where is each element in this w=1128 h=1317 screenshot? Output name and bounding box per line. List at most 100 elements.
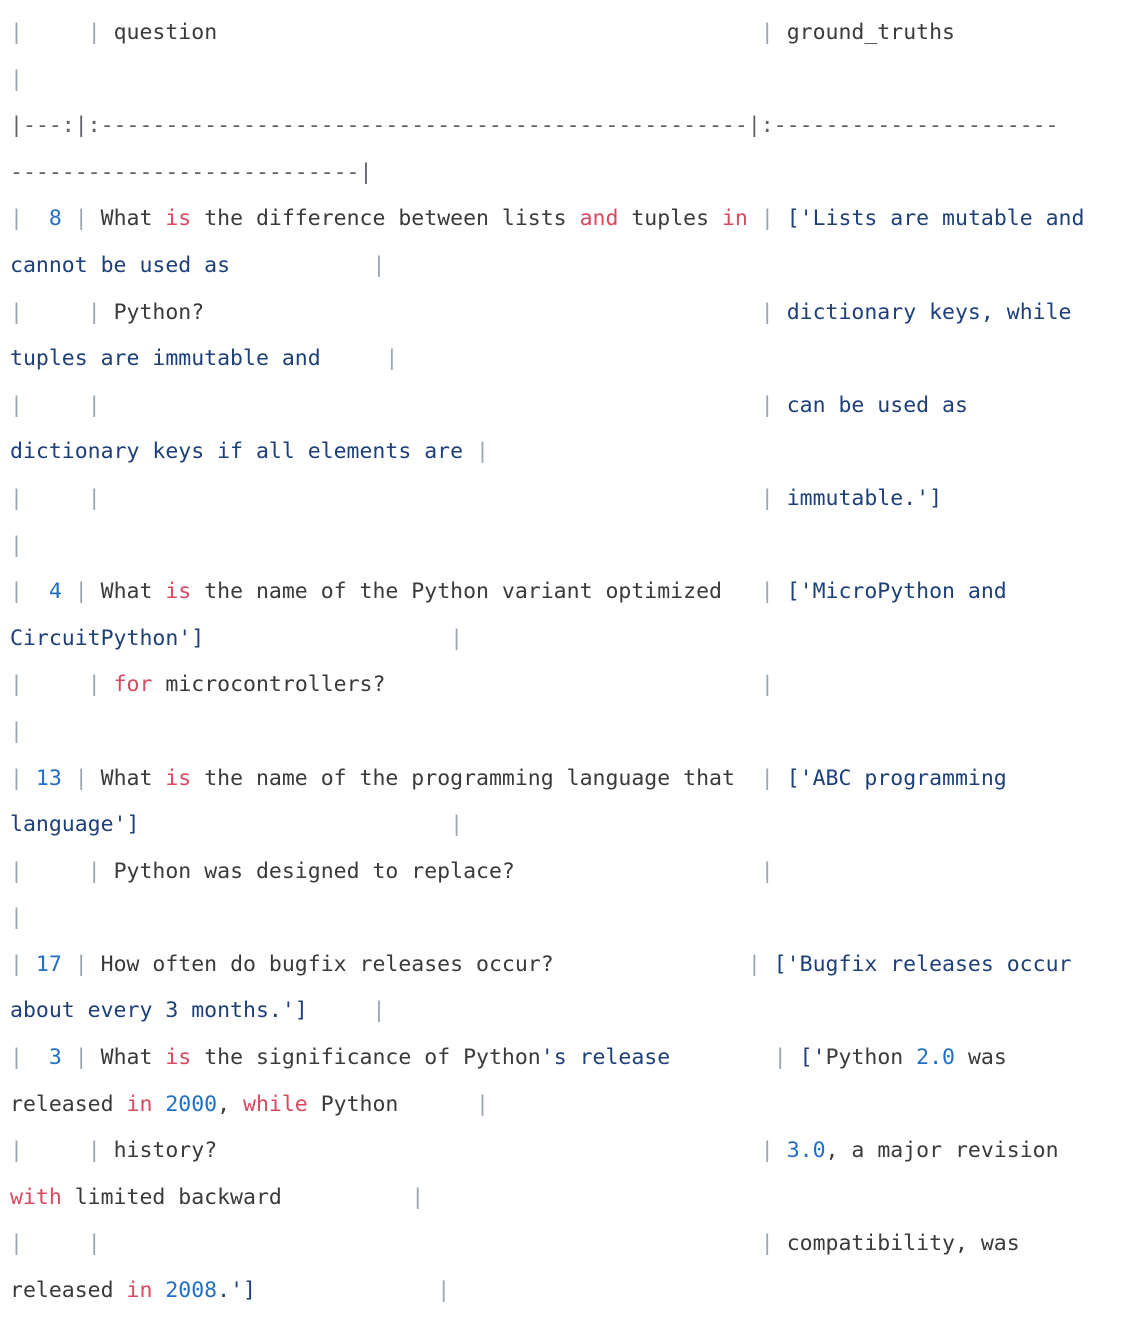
table-pipe: | xyxy=(87,392,101,418)
table-pipe: | xyxy=(747,951,761,977)
table-pipe: | xyxy=(87,299,101,325)
table-pipe: | xyxy=(10,579,23,605)
text-token: , a major revision xyxy=(825,1138,1059,1164)
source-line: | | for microcontrollers? | xyxy=(10,662,1084,709)
number-token: 2008 xyxy=(165,1278,218,1304)
source-line: with limited backward | xyxy=(10,1175,1084,1222)
table-pipe: | xyxy=(437,1278,451,1304)
number-token: 17 xyxy=(22,951,75,977)
table-pipe: | xyxy=(10,765,23,791)
table-pipe: | xyxy=(760,485,774,511)
text-token: What xyxy=(87,206,166,232)
text-token: , xyxy=(217,1091,244,1117)
table-pipe: | xyxy=(760,20,774,45)
keyword-token: is xyxy=(165,206,192,232)
string-token: [' xyxy=(786,1045,826,1071)
table-pipe: | xyxy=(87,858,101,884)
text-token: the significance of Python xyxy=(191,1045,541,1071)
keyword-token: and xyxy=(579,206,619,232)
table-pipe: | xyxy=(760,1138,774,1164)
string-token: dictionary keys, while xyxy=(773,299,1072,325)
string-token: ['Lists are mutable and xyxy=(773,206,1085,232)
text-token: released xyxy=(10,1278,127,1304)
source-line: | 3 | What is the significance of Python… xyxy=(10,1035,1084,1082)
table-pipe: | xyxy=(10,299,23,325)
string-token: ['Bugfix releases occur xyxy=(760,951,1072,977)
string-token: dictionary keys if all elements are xyxy=(10,439,464,465)
table-pipe: | xyxy=(773,1045,787,1071)
source-line: | xyxy=(10,709,1084,756)
text-token: What xyxy=(87,1045,166,1071)
text-token: What xyxy=(87,579,166,605)
string-token: CircuitPython'] xyxy=(10,625,205,651)
string-token: tuples are immutable and xyxy=(10,346,321,372)
number-token: 8 xyxy=(22,206,75,232)
number-token: 13 xyxy=(22,765,75,791)
table-pipe: | xyxy=(10,532,23,558)
text-token: How often do bugfix releases occur? xyxy=(87,951,748,977)
table-pipe: | xyxy=(87,1231,101,1257)
source-line: | | | immutable.'] xyxy=(10,476,1084,523)
table-pipe: | xyxy=(760,1231,774,1257)
string-token: immutable.'] xyxy=(773,485,943,511)
number-token: 3 xyxy=(22,1045,75,1071)
source-line: | | | compatibility, was xyxy=(10,1221,1084,1268)
table-pipe: | xyxy=(10,951,23,977)
table-pipe: | xyxy=(411,1184,425,1210)
number-token: 3.0 xyxy=(786,1138,826,1164)
keyword-token: is xyxy=(165,579,192,605)
string-token: .'] xyxy=(217,1278,256,1304)
source-line: | 8 | What is the difference between lis… xyxy=(10,196,1084,243)
table-pipe: | xyxy=(87,672,101,698)
source-line: released in 2000, while Python | xyxy=(10,1082,1084,1129)
table-pipe: | xyxy=(450,625,464,651)
string-token: can be used as xyxy=(773,392,968,418)
source-line: | | | can be used as xyxy=(10,383,1084,430)
source-line: | xyxy=(10,523,1084,570)
table-pipe: | xyxy=(10,20,23,45)
source-line: | xyxy=(10,895,1084,942)
table-pipe: | xyxy=(760,206,774,232)
table-pipe: | xyxy=(10,905,23,931)
string-token: ['ABC programming xyxy=(773,765,1007,791)
source-line: language'] | xyxy=(10,802,1084,849)
table-pipe: | xyxy=(10,718,23,744)
keyword-token: in xyxy=(126,1091,153,1117)
table-pipe: | xyxy=(760,579,774,605)
table-pipe: | xyxy=(10,1045,23,1071)
table-pipe: | xyxy=(10,485,23,511)
text-token: released xyxy=(10,1091,127,1117)
text-token: Python xyxy=(307,1091,477,1117)
string-token: cannot be used as xyxy=(10,252,231,278)
table-pipe: | xyxy=(372,252,386,278)
table-pipe: | xyxy=(74,951,88,977)
text-token: ground_truths xyxy=(773,20,955,45)
source-line: | | history? | 3.0, a major revision xyxy=(10,1128,1084,1175)
separator-row: |---:|:---------------------------------… xyxy=(10,113,1059,139)
text-token: question xyxy=(100,20,761,45)
text-token: history? xyxy=(100,1138,761,1164)
text-token: limited backward xyxy=(61,1184,412,1210)
table-pipe: | xyxy=(74,579,88,605)
text-token: What xyxy=(87,765,166,791)
source-line: |---:|:---------------------------------… xyxy=(10,103,1084,150)
table-pipe: | xyxy=(87,1138,101,1164)
table-pipe: | xyxy=(760,765,774,791)
number-token: 4 xyxy=(22,579,75,605)
table-pipe: | xyxy=(760,299,774,325)
separator-row: ---------------------------| xyxy=(10,159,373,185)
